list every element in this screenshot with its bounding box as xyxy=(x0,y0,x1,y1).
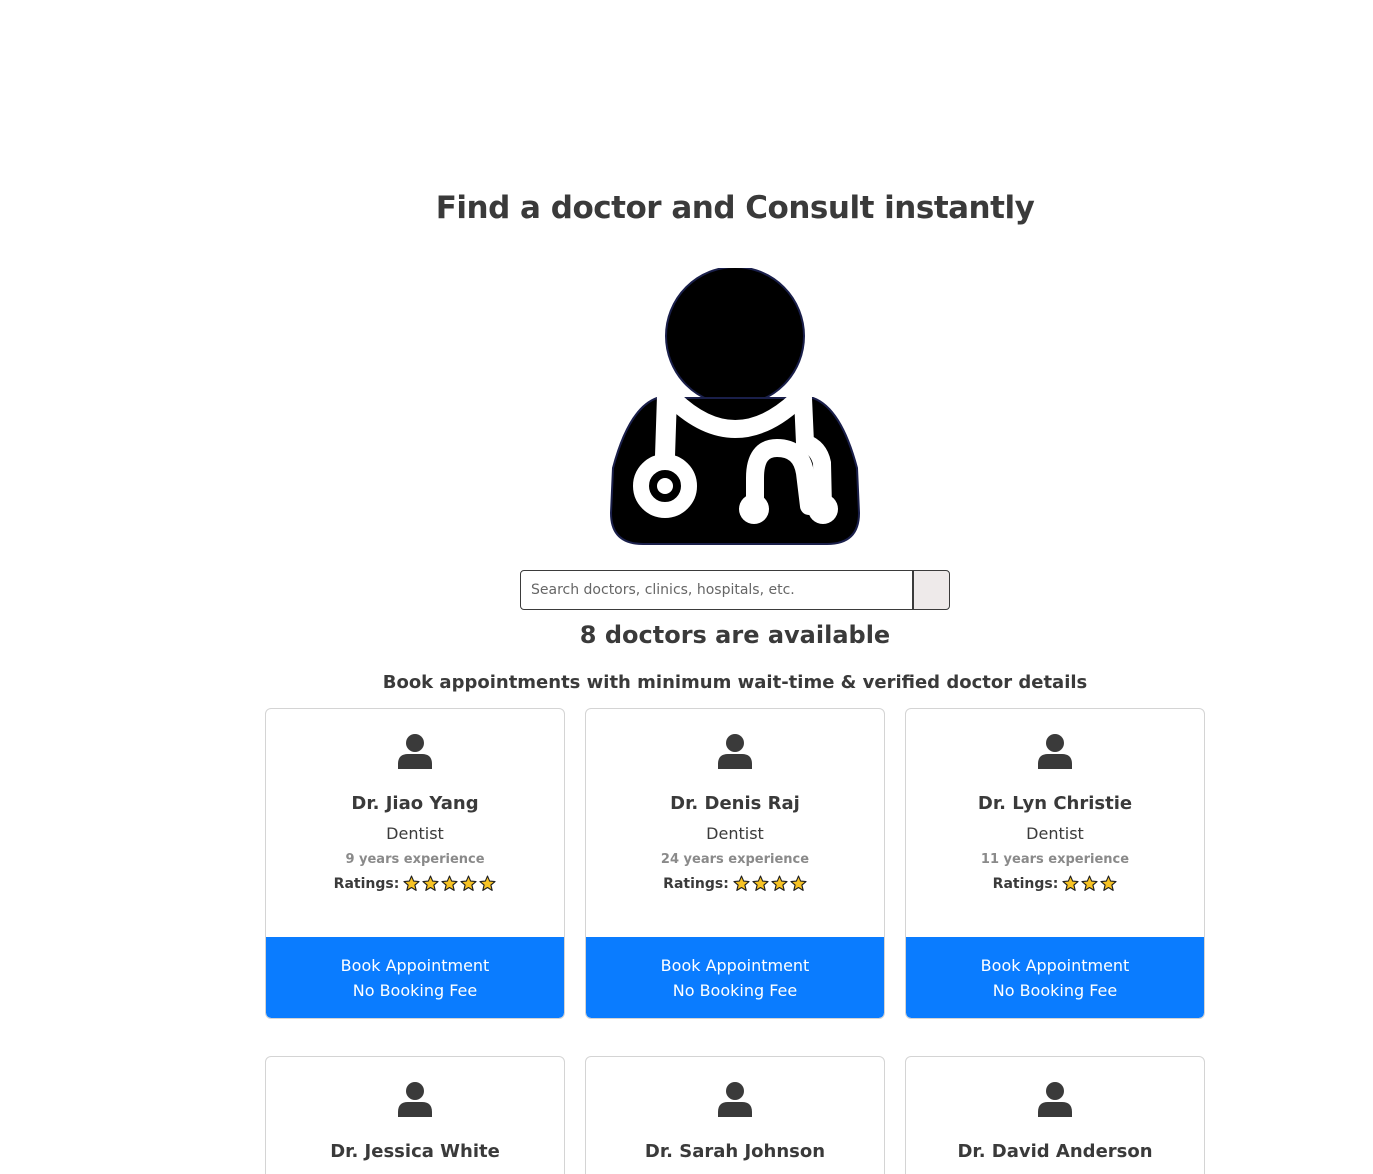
search-bar xyxy=(520,570,950,610)
book-appointment-button[interactable]: Book Appointment No Booking Fee xyxy=(586,937,884,1018)
user-icon xyxy=(1038,1082,1072,1117)
book-appointment-label: Book Appointment xyxy=(340,955,490,975)
star-icon xyxy=(752,875,769,891)
book-appointment-button[interactable]: Book Appointment No Booking Fee xyxy=(906,937,1204,1018)
book-appointment-label: Book Appointment xyxy=(980,955,1130,975)
booking-fee-label: No Booking Fee xyxy=(672,980,798,1000)
booking-fee-label: No Booking Fee xyxy=(992,980,1118,1000)
doctor-specialty: Dentist xyxy=(386,824,444,843)
doctor-ratings: Ratings: xyxy=(906,875,1204,892)
user-icon xyxy=(1038,734,1072,769)
book-appointment-label: Book Appointment xyxy=(660,955,810,975)
doctor-experience: 9 years experience xyxy=(345,852,485,867)
star-icon xyxy=(771,875,788,891)
search-input[interactable] xyxy=(520,570,913,610)
user-icon xyxy=(398,1082,432,1117)
page-title: Find a doctor and Consult instantly xyxy=(435,190,1035,226)
star-icon xyxy=(1062,875,1079,891)
search-button[interactable] xyxy=(913,570,950,610)
star-icon xyxy=(733,875,750,891)
results-subtitle: Book appointments with minimum wait-time… xyxy=(382,672,1088,693)
doctor-name: Dr. Sarah Johnson xyxy=(644,1141,826,1162)
ratings-label: Ratings: xyxy=(663,875,729,892)
user-icon xyxy=(718,1082,752,1117)
doctor-stethoscope-icon xyxy=(609,268,861,545)
rating-stars xyxy=(403,875,496,892)
doctor-name: Dr. Denis Raj xyxy=(670,793,800,814)
page: Find a doctor and Consult instantly 8 do… xyxy=(0,0,1373,1174)
doctor-card: Dr. Jiao Yang Dentist 9 years experience… xyxy=(265,708,565,1019)
star-icon xyxy=(460,875,477,891)
doctor-name: Dr. Lyn Christie xyxy=(977,793,1133,814)
star-icon xyxy=(403,875,420,891)
doctor-ratings: Ratings: xyxy=(586,875,884,892)
book-appointment-button[interactable]: Book Appointment No Booking Fee xyxy=(266,937,564,1018)
doctor-count-heading: 8 doctors are available xyxy=(579,621,891,649)
doctor-name: Dr. Jiao Yang xyxy=(351,793,479,814)
doctor-card: Dr. Lyn Christie Dentist 11 years experi… xyxy=(905,708,1205,1019)
ratings-label: Ratings: xyxy=(333,875,400,892)
ratings-label: Ratings: xyxy=(992,875,1059,892)
doctor-experience: 11 years experience xyxy=(980,852,1130,867)
rating-stars xyxy=(733,875,807,892)
rating-stars xyxy=(1062,875,1117,892)
star-icon xyxy=(1100,875,1117,891)
doctor-name: Dr. David Anderson xyxy=(957,1141,1153,1162)
doctor-specialty: Dentist xyxy=(1026,824,1084,843)
star-icon xyxy=(790,875,807,891)
user-icon xyxy=(718,734,752,769)
doctor-experience: 24 years experience xyxy=(660,852,810,867)
doctor-name: Dr. Jessica White xyxy=(330,1141,500,1162)
star-icon xyxy=(422,875,439,891)
star-icon xyxy=(1081,875,1098,891)
doctor-card: Dr. David Anderson xyxy=(905,1056,1205,1174)
doctor-specialty: Dentist xyxy=(706,824,764,843)
user-icon xyxy=(398,734,432,769)
doctor-card: Dr. Denis Raj Dentist 24 years experienc… xyxy=(585,708,885,1019)
star-icon xyxy=(441,875,458,891)
booking-fee-label: No Booking Fee xyxy=(352,980,478,1000)
doctor-ratings: Ratings: xyxy=(266,875,564,892)
doctor-card: Dr. Jessica White xyxy=(265,1056,565,1174)
star-icon xyxy=(479,875,496,891)
doctor-card: Dr. Sarah Johnson xyxy=(585,1056,885,1174)
